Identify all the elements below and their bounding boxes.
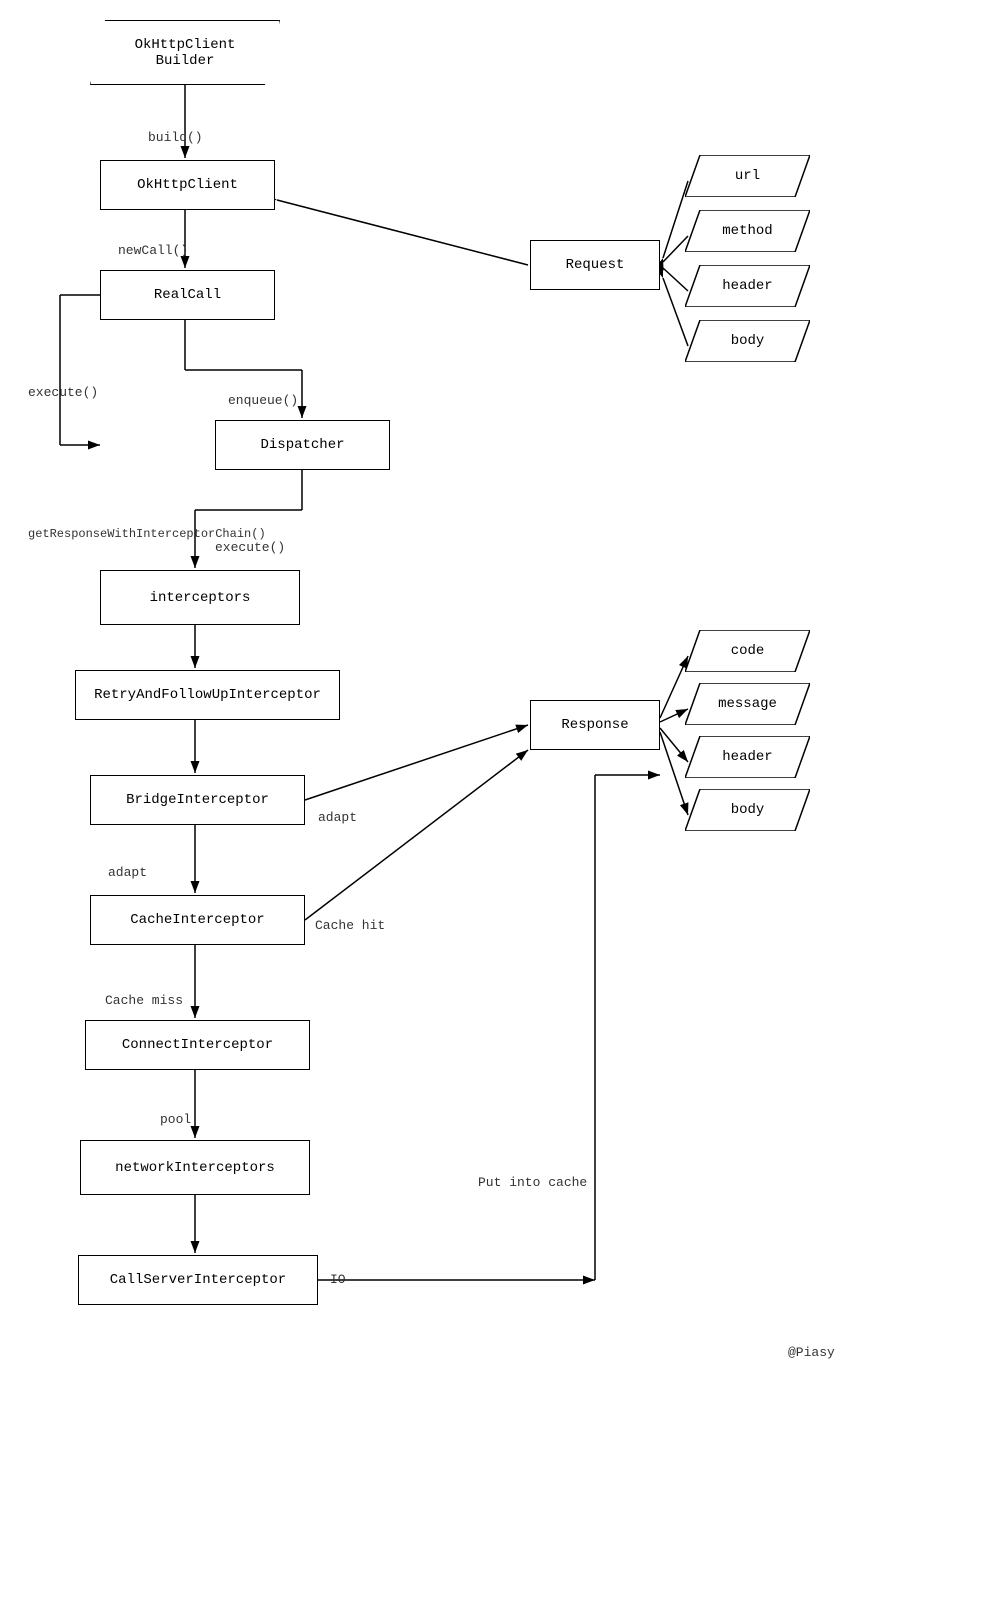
builder-label: OkHttpClient Builder [135,37,236,69]
cache-miss-label: Cache miss [105,993,183,1008]
cache-interceptor-label: CacheInterceptor [130,912,264,928]
adapt2-label: adapt [108,865,147,880]
response-label: Response [561,717,628,733]
message-label: message [718,696,777,712]
res-body-parallelogram: body [685,789,810,831]
connect-interceptor-box: ConnectInterceptor [85,1020,310,1070]
res-body-label: body [731,802,765,818]
interceptors-box: interceptors [100,570,300,625]
code-label: code [731,643,765,659]
io-label: IO [330,1272,346,1287]
callserver-interceptor-box: CallServerInterceptor [78,1255,318,1305]
body-parallelogram: body [685,320,810,362]
retry-interceptor-label: RetryAndFollowUpInterceptor [94,687,321,703]
network-interceptors-box: networkInterceptors [80,1140,310,1195]
request-box: Request [530,240,660,290]
adapt1-label: adapt [318,810,357,825]
res-header-parallelogram: header [685,736,810,778]
req-header-label: header [722,278,772,294]
pool-label: pool [160,1112,191,1127]
connect-interceptor-label: ConnectInterceptor [122,1037,273,1053]
method-parallelogram: method [685,210,810,252]
request-label: Request [566,257,625,273]
real-call-label: RealCall [154,287,221,303]
res-header-label: header [722,749,772,765]
url-label: url [735,168,760,184]
url-parallelogram: url [685,155,810,197]
response-box: Response [530,700,660,750]
enqueue-label: enqueue() [228,393,298,408]
req-header-parallelogram: header [685,265,810,307]
retry-interceptor-box: RetryAndFollowUpInterceptor [75,670,340,720]
message-parallelogram: message [685,683,810,725]
newcall-label: newCall() [118,243,188,258]
builder-box: OkHttpClient Builder [90,20,280,85]
method-label: method [722,223,772,239]
code-parallelogram: code [685,630,810,672]
bridge-interceptor-box: BridgeInterceptor [90,775,305,825]
dispatcher-label: Dispatcher [260,437,344,453]
okhttp-client-box: OkHttpClient [100,160,275,210]
network-interceptors-label: networkInterceptors [115,1160,275,1176]
diagram-container: OkHttpClient Builder OkHttpClient RealCa… [0,0,1000,1600]
execute-label: execute() [28,385,98,400]
cache-interceptor-box: CacheInterceptor [90,895,305,945]
author-label: @Piasy [788,1345,835,1360]
real-call-box: RealCall [100,270,275,320]
dispatcher-box: Dispatcher [215,420,390,470]
getresponse-label: getResponseWithInterceptorChain() [28,527,266,541]
okhttp-client-label: OkHttpClient [137,177,238,193]
interceptors-label: interceptors [150,590,251,606]
build-label: build() [148,130,203,145]
execute2-label: execute() [215,540,285,555]
put-into-cache-label: Put into cache [478,1175,587,1190]
bridge-interceptor-label: BridgeInterceptor [126,792,269,808]
cache-hit-label: Cache hit [315,918,385,933]
body-label: body [731,333,765,349]
callserver-interceptor-label: CallServerInterceptor [110,1272,286,1288]
